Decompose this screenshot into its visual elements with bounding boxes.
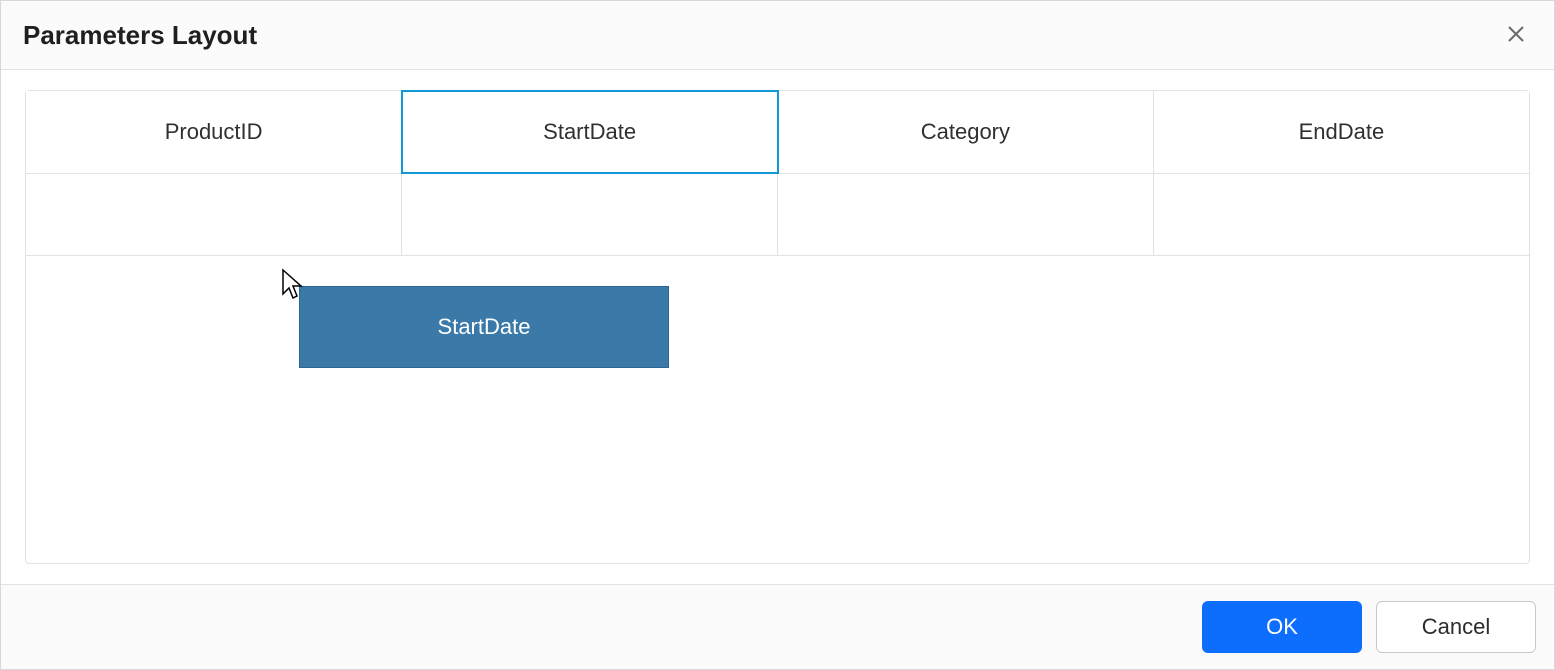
- dialog-title: Parameters Layout: [23, 20, 257, 51]
- cell-label: StartDate: [543, 119, 636, 144]
- table-row: [26, 173, 1529, 255]
- grid-cell-enddate[interactable]: EndDate: [1153, 91, 1529, 173]
- close-button[interactable]: [1500, 19, 1532, 51]
- cell-label: ProductID: [165, 119, 263, 144]
- cancel-button[interactable]: Cancel: [1376, 601, 1536, 653]
- grid-cell-empty[interactable]: [778, 173, 1154, 255]
- dialog-header: Parameters Layout: [1, 1, 1554, 70]
- dialog-footer: OK Cancel: [1, 584, 1554, 669]
- cell-label: Category: [921, 119, 1010, 144]
- grid-cell-category[interactable]: Category: [778, 91, 1154, 173]
- grid-cell-empty[interactable]: [402, 173, 778, 255]
- dialog-body: ProductID StartDate Category EndDate Sta…: [1, 70, 1554, 584]
- layout-grid[interactable]: ProductID StartDate Category EndDate: [25, 90, 1530, 564]
- grid-cell-empty[interactable]: [26, 173, 402, 255]
- close-icon: [1506, 24, 1526, 47]
- parameters-layout-dialog: Parameters Layout ProductID StartDate Ca…: [0, 0, 1555, 670]
- grid-cell-productid[interactable]: ProductID: [26, 91, 402, 173]
- grid-cell-empty[interactable]: [1153, 173, 1529, 255]
- button-label: Cancel: [1422, 614, 1490, 640]
- grid-cell-startdate[interactable]: StartDate: [402, 91, 778, 173]
- table-row: ProductID StartDate Category EndDate: [26, 91, 1529, 173]
- cell-label: EndDate: [1299, 119, 1385, 144]
- grid-table: ProductID StartDate Category EndDate: [26, 91, 1529, 256]
- ok-button[interactable]: OK: [1202, 601, 1362, 653]
- button-label: OK: [1266, 614, 1298, 640]
